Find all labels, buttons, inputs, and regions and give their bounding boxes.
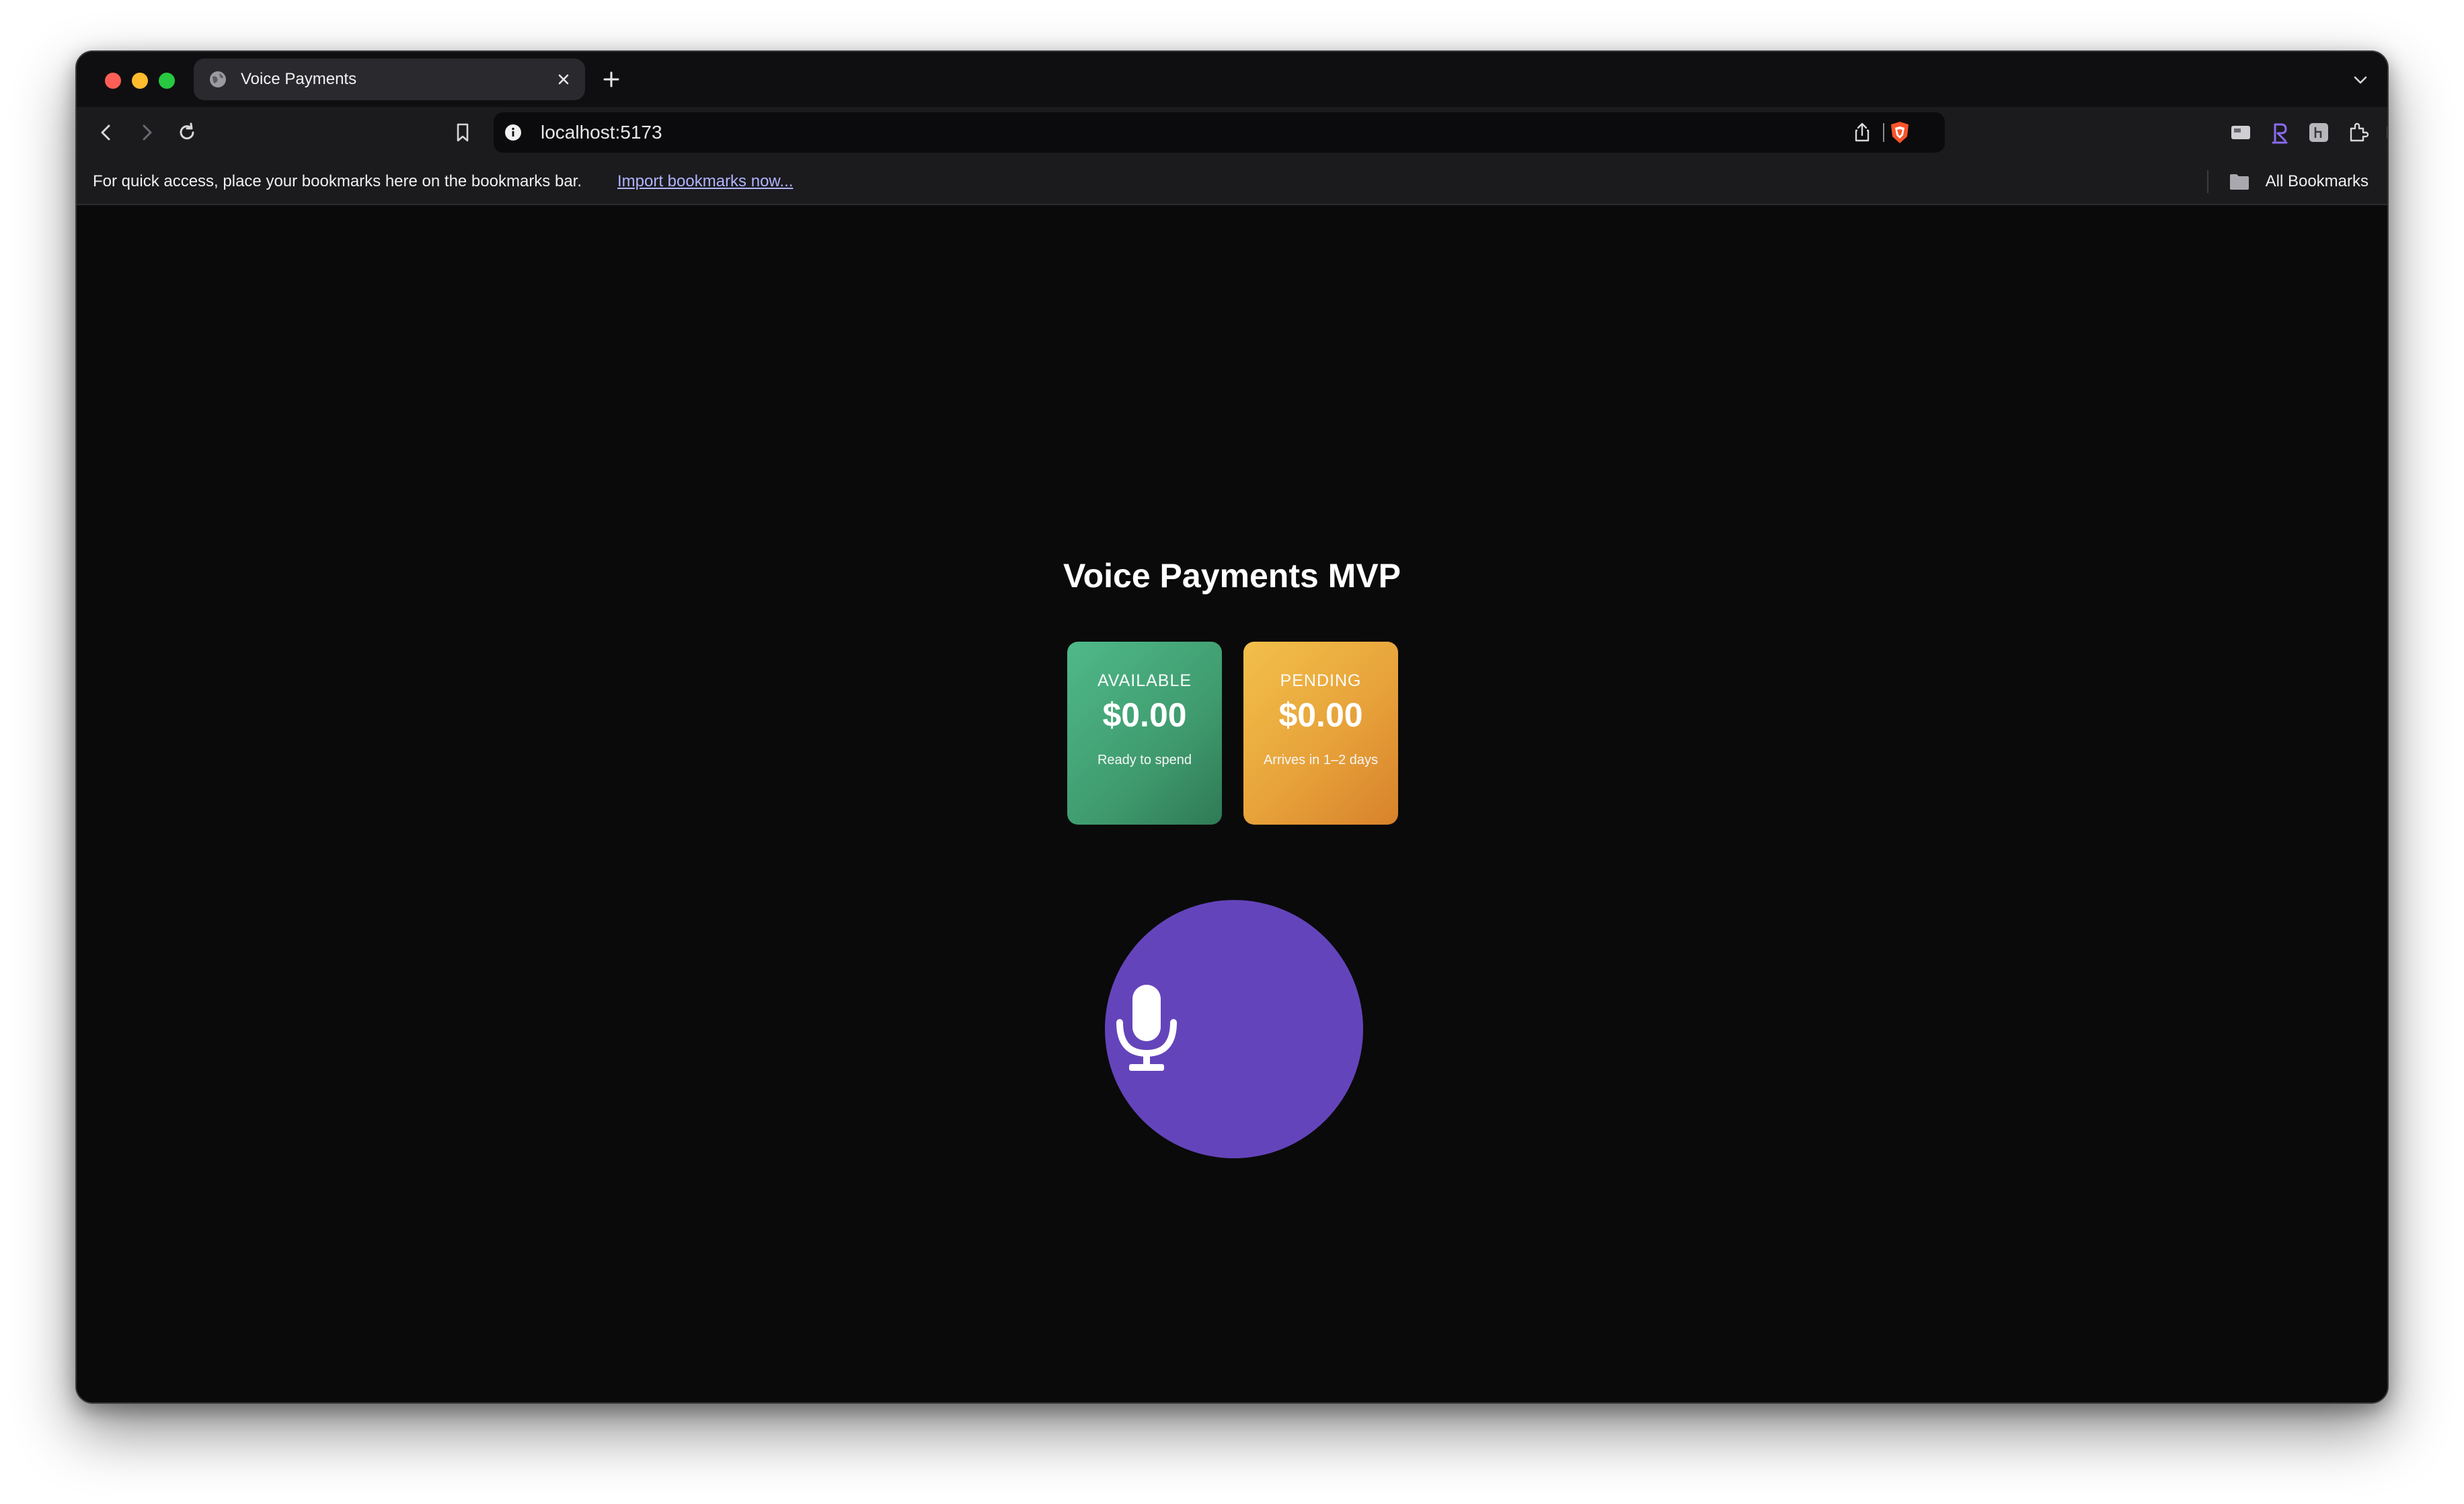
bookmark-icon[interactable] [451, 120, 475, 145]
extension-r-icon[interactable] [2268, 120, 2292, 145]
page-title: Voice Payments MVP [1063, 557, 1401, 595]
back-icon[interactable] [94, 120, 118, 145]
bookmarks-divider [2207, 170, 2208, 193]
window-minimize-button[interactable] [132, 73, 148, 89]
tab-voice-payments[interactable]: Voice Payments [194, 59, 585, 100]
sidebar-icon[interactable] [2385, 120, 2389, 145]
page-content: Voice Payments MVP AVAILABLE $0.00 Ready… [77, 206, 2387, 1402]
close-icon[interactable] [554, 70, 573, 89]
record-voice-button[interactable] [1105, 900, 1363, 1158]
window-close-button[interactable] [105, 73, 121, 89]
globe-icon [210, 71, 226, 87]
folder-icon [2230, 174, 2249, 190]
chevron-down-icon[interactable] [2350, 69, 2371, 91]
extension-h-icon[interactable] [2307, 120, 2331, 145]
all-bookmarks-button[interactable]: All Bookmarks [2266, 158, 2369, 205]
share-icon[interactable] [1851, 121, 1874, 144]
tab-title: Voice Payments [241, 70, 357, 88]
address-bar[interactable]: localhost:5173 [494, 112, 1945, 153]
available-balance-card: AVAILABLE $0.00 Ready to spend [1067, 642, 1222, 825]
balance-amount: $0.00 [1278, 696, 1363, 734]
import-bookmarks-link[interactable]: Import bookmarks now... [617, 158, 793, 205]
brave-shield-icon[interactable] [1888, 120, 1911, 145]
balance-label: PENDING [1280, 671, 1362, 690]
pending-balance-card: PENDING $0.00 Arrives in 1–2 days [1243, 642, 1398, 825]
microphone-icon [1116, 985, 1177, 1071]
window-maximize-button[interactable] [159, 73, 175, 89]
balance-label: AVAILABLE [1097, 671, 1192, 690]
balance-note: Arrives in 1–2 days [1263, 753, 1379, 767]
extensions-puzzle-icon[interactable] [2346, 120, 2370, 145]
new-tab-icon[interactable] [600, 68, 623, 91]
bookmarks-bar-message: For quick access, place your bookmarks h… [93, 172, 582, 190]
balance-note: Ready to spend [1097, 753, 1192, 767]
url-text[interactable]: localhost:5173 [541, 112, 662, 153]
tab-strip: Voice Payments [77, 52, 2387, 107]
toolbar: localhost:5173 [77, 107, 2387, 158]
bookmarks-bar: For quick access, place your bookmarks h… [77, 158, 2387, 205]
reload-icon[interactable] [175, 120, 199, 145]
extension-card-icon[interactable] [2229, 120, 2253, 145]
address-separator [1883, 123, 1884, 142]
balance-amount: $0.00 [1102, 696, 1187, 734]
browser-window: Voice Payments localhost:5173 For quick … [75, 50, 2389, 1404]
info-icon[interactable] [504, 124, 522, 141]
forward-icon[interactable] [134, 120, 159, 145]
